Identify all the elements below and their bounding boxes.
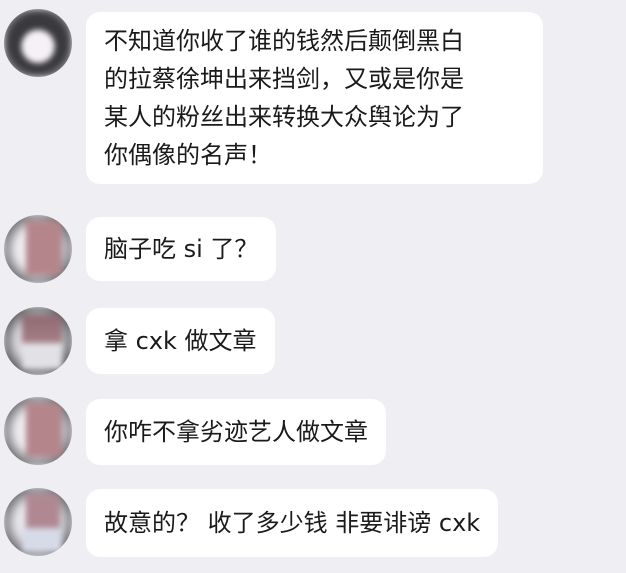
message-text: 故意的？ 收了多少钱 非要诽谤 cxk <box>104 509 481 537</box>
message-line: 的拉蔡徐坤出来挡剑，又或是你是 <box>104 65 464 93</box>
message-line: 某人的粉丝出来转换大众舆论为了 <box>104 103 464 131</box>
message-bubble[interactable]: 你咋不拿劣迹艺人做文章 <box>86 399 386 465</box>
message-bubble[interactable]: 脑子吃 si 了？ <box>86 217 277 281</box>
message-bubble[interactable]: 不知道你收了谁的钱然后颠倒黑白 的拉蔡徐坤出来挡剑，又或是你是 某人的粉丝出来转… <box>86 12 543 184</box>
message-bubble[interactable]: 拿 cxk 做文章 <box>86 308 275 374</box>
sender-avatar[interactable] <box>4 9 72 77</box>
sender-avatar[interactable] <box>4 307 72 375</box>
message-text: 脑子吃 si 了？ <box>104 235 259 263</box>
sender-avatar[interactable] <box>4 397 72 465</box>
message-line: 不知道你收了谁的钱然后颠倒黑白 <box>104 27 464 55</box>
chat-thread: 不知道你收了谁的钱然后颠倒黑白 的拉蔡徐坤出来挡剑，又或是你是 某人的粉丝出来转… <box>0 0 626 573</box>
sender-avatar[interactable] <box>4 215 72 283</box>
message-bubble[interactable]: 故意的？ 收了多少钱 非要诽谤 cxk <box>86 489 499 557</box>
sender-avatar[interactable] <box>4 488 72 556</box>
message-text: 拿 cxk 做文章 <box>104 327 257 355</box>
message-line: 你偶像的名声！ <box>104 141 272 169</box>
message-text: 你咋不拿劣迹艺人做文章 <box>104 418 368 446</box>
